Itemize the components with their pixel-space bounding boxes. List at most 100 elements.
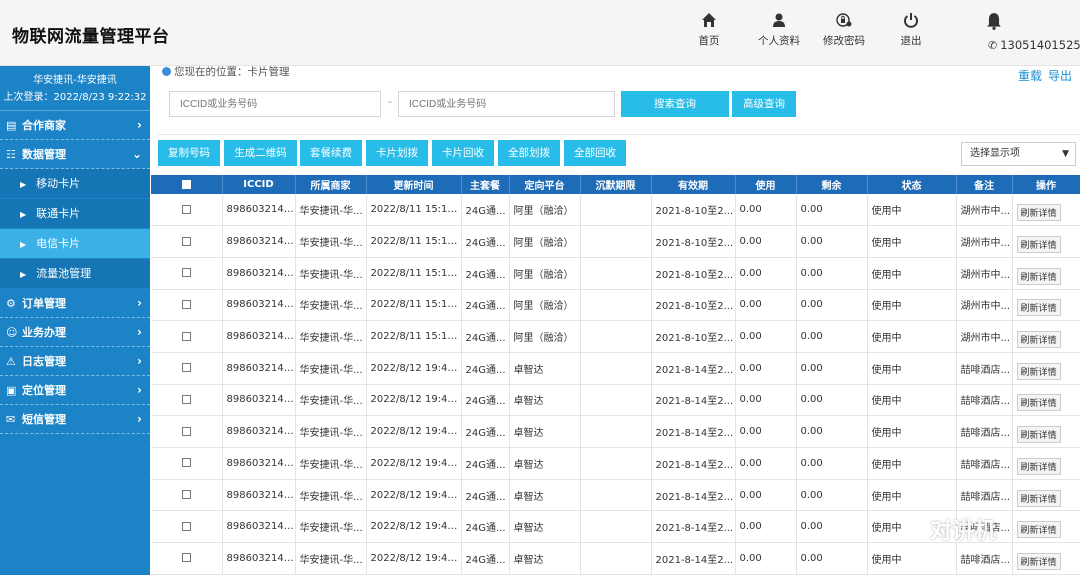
sidebar-sub-label: 电信卡片 <box>36 237 81 250</box>
card-recycle-button[interactable]: 卡片回收 <box>432 140 494 166</box>
recycle-all-button[interactable]: 全部回收 <box>564 140 626 166</box>
table-cell: 使用中 <box>867 479 957 512</box>
row-checkbox[interactable] <box>181 331 191 341</box>
refresh-detail-button[interactable]: 刷新详情 <box>1016 394 1061 412</box>
table-cell: 使用中 <box>867 415 957 448</box>
table-cell: 0.00 <box>796 225 868 258</box>
refresh-detail-button[interactable]: 刷新详情 <box>1016 552 1061 570</box>
sidebar-item-orders[interactable]: ⚙ 订单管理 › <box>0 289 150 318</box>
refresh-detail-button[interactable]: 刷新详情 <box>1016 489 1061 507</box>
sidebar-item-location[interactable]: ▣ 定位管理 › <box>0 376 150 405</box>
table-cell: 24G通... <box>461 384 510 417</box>
row-checkbox[interactable] <box>181 363 191 373</box>
nav-profile[interactable]: 个人资料 <box>754 12 804 48</box>
table-cell: 8986032140... <box>222 415 296 448</box>
table-row: 8986032140... 华安捷讯-华... 2022/8/11 15:15:..… <box>151 320 1080 353</box>
iccid-start-input[interactable] <box>169 91 381 117</box>
column-select[interactable]: 选择显示项 ▼ <box>961 142 1076 166</box>
row-checkbox[interactable] <box>181 458 191 468</box>
table-cell: 24G通... <box>461 510 510 544</box>
table-cell: 华安捷讯-华... <box>295 447 367 480</box>
column-header: 所属商家 <box>295 175 367 194</box>
row-checkbox[interactable] <box>181 426 191 436</box>
row-checkbox[interactable] <box>181 394 191 404</box>
table-header: ICCID 所属商家 更新时间 主套餐 定向平台 沉默期限 有效期 使用 剩余 状态 备注 操作 <box>151 175 1080 194</box>
export-link[interactable]: 导出 <box>1048 69 1072 83</box>
refresh-detail-button[interactable]: 刷新详情 <box>1016 426 1061 444</box>
refresh-detail-button[interactable]: 刷新详情 <box>1016 299 1061 317</box>
select-all-checkbox[interactable] <box>181 179 191 189</box>
row-select-cell <box>151 384 223 417</box>
bell-icon[interactable] <box>985 12 1003 30</box>
advanced-search-button[interactable]: 高级查询 <box>732 91 796 117</box>
table-cell: 华安捷讯-华... <box>295 479 367 512</box>
table-cell: 8986032140... <box>222 510 296 544</box>
sidebar-item-partners[interactable]: ▤ 合作商家 › <box>0 111 150 140</box>
reload-link[interactable]: 重载 <box>1018 69 1042 83</box>
row-checkbox[interactable] <box>181 521 191 531</box>
sidebar-item-label: 日志管理 <box>22 355 66 368</box>
refresh-detail-button[interactable]: 刷新详情 <box>1016 236 1061 254</box>
sidebar-item-logs[interactable]: ⚠ 日志管理 › <box>0 347 150 376</box>
sidebar-sub-label: 移动卡片 <box>36 177 81 190</box>
table-cell: 华安捷讯-华... <box>295 194 367 227</box>
nav-home-label: 首页 <box>698 35 720 47</box>
search-button[interactable]: 搜索查询 <box>621 91 729 117</box>
sidebar-sub-traffic-pool[interactable]: ▶ 流量池管理 <box>0 259 150 289</box>
table-cell: 2021-8-14至2... <box>651 447 736 480</box>
refresh-detail-button[interactable]: 刷新详情 <box>1016 521 1061 539</box>
row-checkbox[interactable] <box>181 490 191 500</box>
transfer-all-button[interactable]: 全部划拨 <box>498 140 560 166</box>
iccid-end-input[interactable] <box>398 91 615 117</box>
column-header: 使用 <box>735 175 797 194</box>
refresh-detail-button[interactable]: 刷新详情 <box>1016 267 1061 285</box>
refresh-detail-button[interactable]: 刷新详情 <box>1016 457 1061 475</box>
table-cell: 湖州市中... <box>956 257 1013 290</box>
row-checkbox[interactable] <box>181 268 191 278</box>
table-row: 8986032140... 华安捷讯-华... 2022/8/12 19:46:..… <box>151 542 1080 575</box>
refresh-detail-button[interactable]: 刷新详情 <box>1016 362 1061 380</box>
table-cell: 华安捷讯-华... <box>295 510 367 544</box>
watermark: 对讲机 <box>930 519 997 544</box>
table-cell: 华安捷讯-华... <box>295 320 367 353</box>
home-icon <box>702 13 716 27</box>
table-cell: 华安捷讯-华... <box>295 542 367 575</box>
table-cell: 2021-8-14至2... <box>651 479 736 512</box>
sidebar-sub-telecom[interactable]: ▶ 电信卡片 <box>0 229 150 259</box>
row-select-cell <box>151 479 223 512</box>
table-cell: 0.00 <box>796 447 868 480</box>
table-cell: 卓智达 <box>509 384 581 417</box>
card-transfer-button[interactable]: 卡片划拨 <box>366 140 428 166</box>
sidebar-sub-unicom[interactable]: ▶ 联通卡片 <box>0 199 150 229</box>
generate-qrcode-button[interactable]: 生成二维码 <box>224 140 297 166</box>
table-cell: 24G通... <box>461 542 510 575</box>
select-all-header[interactable] <box>151 175 223 194</box>
plan-renew-button[interactable]: 套餐续费 <box>300 140 362 166</box>
row-checkbox[interactable] <box>181 204 191 214</box>
row-select-cell <box>151 257 223 290</box>
column-select-value: 选择显示项 <box>970 148 1020 159</box>
globe-icon <box>162 67 171 76</box>
table-cell: 0.00 <box>796 415 868 448</box>
refresh-detail-button[interactable]: 刷新详情 <box>1016 204 1061 222</box>
copy-number-button[interactable]: 复制号码 <box>158 140 220 166</box>
phone-icon: ✆ <box>988 39 998 52</box>
row-select-cell <box>151 225 223 258</box>
table-cell: 阿里（融洽） <box>509 225 581 258</box>
row-checkbox[interactable] <box>181 553 191 563</box>
sidebar-item-sms[interactable]: ✉ 短信管理 › <box>0 405 150 434</box>
refresh-detail-button[interactable]: 刷新详情 <box>1016 331 1061 349</box>
sidebar-item-business[interactable]: ☺ 业务办理 › <box>0 318 150 347</box>
sidebar-item-data[interactable]: ☷ 数据管理 ⌄ <box>0 140 150 169</box>
row-checkbox[interactable] <box>181 236 191 246</box>
nav-change-password[interactable]: 修改密码 <box>819 12 869 48</box>
sidebar-sub-mobile[interactable]: ▶ 移动卡片 <box>0 169 150 199</box>
table-cell: 24G通... <box>461 225 510 258</box>
table-cell: 2022/8/11 15:17:... <box>366 289 462 322</box>
table-cell: 刷新详情 <box>1012 194 1080 227</box>
row-checkbox[interactable] <box>181 299 191 309</box>
nav-home[interactable]: 首页 <box>694 12 724 48</box>
nav-logout[interactable]: 退出 <box>896 12 926 48</box>
table-cell: 2022/8/12 19:46:... <box>366 510 462 544</box>
table-row: 8986032140... 华安捷讯-华... 2022/8/11 15:17:..… <box>151 289 1080 322</box>
